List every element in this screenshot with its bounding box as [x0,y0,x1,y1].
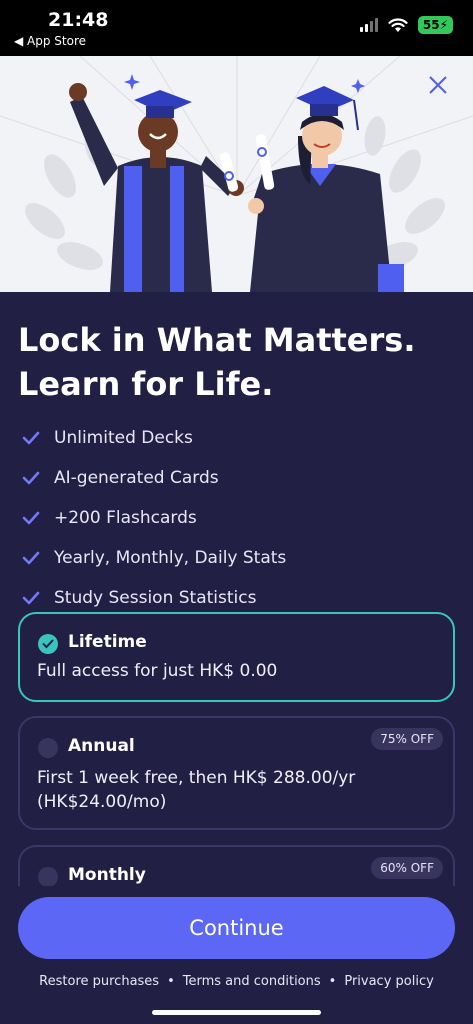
feature-list: Unlimited Decks AI-generated Cards +200 … [22,418,452,618]
radio-unselected-icon [38,738,58,758]
title-line-2: Learn for Life. [18,365,274,403]
feature-item: AI-generated Cards [22,458,452,498]
check-icon [22,511,44,525]
signal-icon [359,18,378,32]
plan-option-annual[interactable]: Annual 75% OFF First 1 week free, then H… [18,716,455,830]
radio-selected-icon [38,634,58,654]
plan-price: First 1 week free, then HK$ 288.00/yr [37,768,356,788]
continue-button[interactable]: Continue [18,897,455,959]
plan-name: Lifetime [68,632,147,652]
check-icon [22,471,44,485]
status-time: 21:48 [48,9,109,31]
separator: • [167,974,175,989]
status-bar: 21:48 ◀ App Store 55⚡ [0,0,473,56]
close-icon [429,76,447,94]
plan-monthly-equivalent: (HK$24.00/mo) [37,792,167,812]
close-button[interactable] [423,70,453,100]
check-icon [22,551,44,565]
battery-icon: 55⚡ [417,16,453,34]
battery-level: 55 [422,18,440,32]
feature-label: Unlimited Decks [54,428,193,448]
check-icon [22,431,44,445]
privacy-policy-link[interactable]: Privacy policy [344,974,433,989]
wifi-icon [388,17,408,32]
feature-item: +200 Flashcards [22,498,452,538]
radio-unselected-icon [38,867,58,887]
restore-purchases-link[interactable]: Restore purchases [39,974,159,989]
feature-label: Yearly, Monthly, Daily Stats [54,548,287,568]
separator: • [328,974,337,989]
back-to-app-store-link[interactable]: ◀ App Store [14,34,86,48]
graduates-illustration [0,56,473,292]
title-line-1: Lock in What Matters. [18,321,416,359]
plan-name: Annual [68,736,135,756]
feature-item: Yearly, Monthly, Daily Stats [22,538,452,578]
feature-item: Unlimited Decks [22,418,452,458]
check-icon [22,591,44,605]
plan-description: First 1 week free, then HK$ 288.00/yr (H… [37,766,433,814]
feature-label: +200 Flashcards [54,508,197,528]
status-icons: 55⚡ [359,16,453,34]
feature-label: Study Session Statistics [54,588,257,608]
page-title: Lock in What Matters. Learn for Life. [18,318,458,406]
terms-link[interactable]: Terms and conditions [183,974,321,989]
plan-name: Monthly [68,865,146,885]
hero-illustration [0,56,473,292]
home-indicator[interactable] [152,1010,321,1015]
footer-links: Restore purchases • Terms and conditions • P… [0,974,473,989]
plan-description: Full access for just HK$ 0.00 [37,661,278,681]
discount-badge: 60% OFF [371,857,443,879]
feature-label: AI-generated Cards [54,468,219,488]
plan-option-lifetime[interactable]: Lifetime Full access for just HK$ 0.00 [18,612,455,702]
discount-badge: 75% OFF [371,728,443,750]
